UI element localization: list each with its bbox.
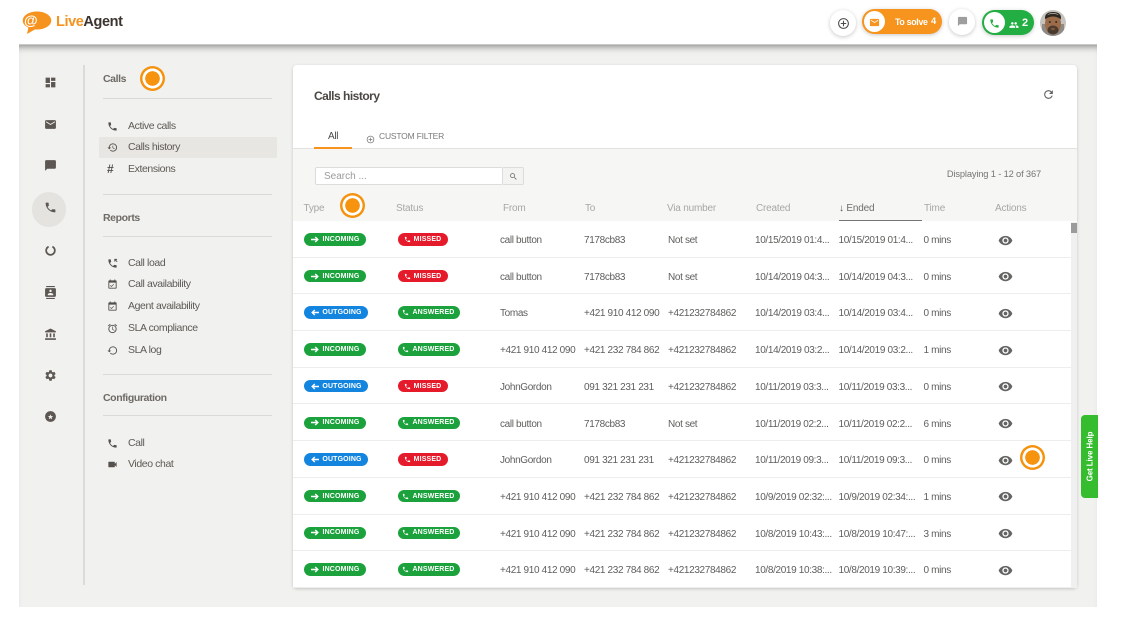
- svg-text:@: @: [24, 12, 38, 28]
